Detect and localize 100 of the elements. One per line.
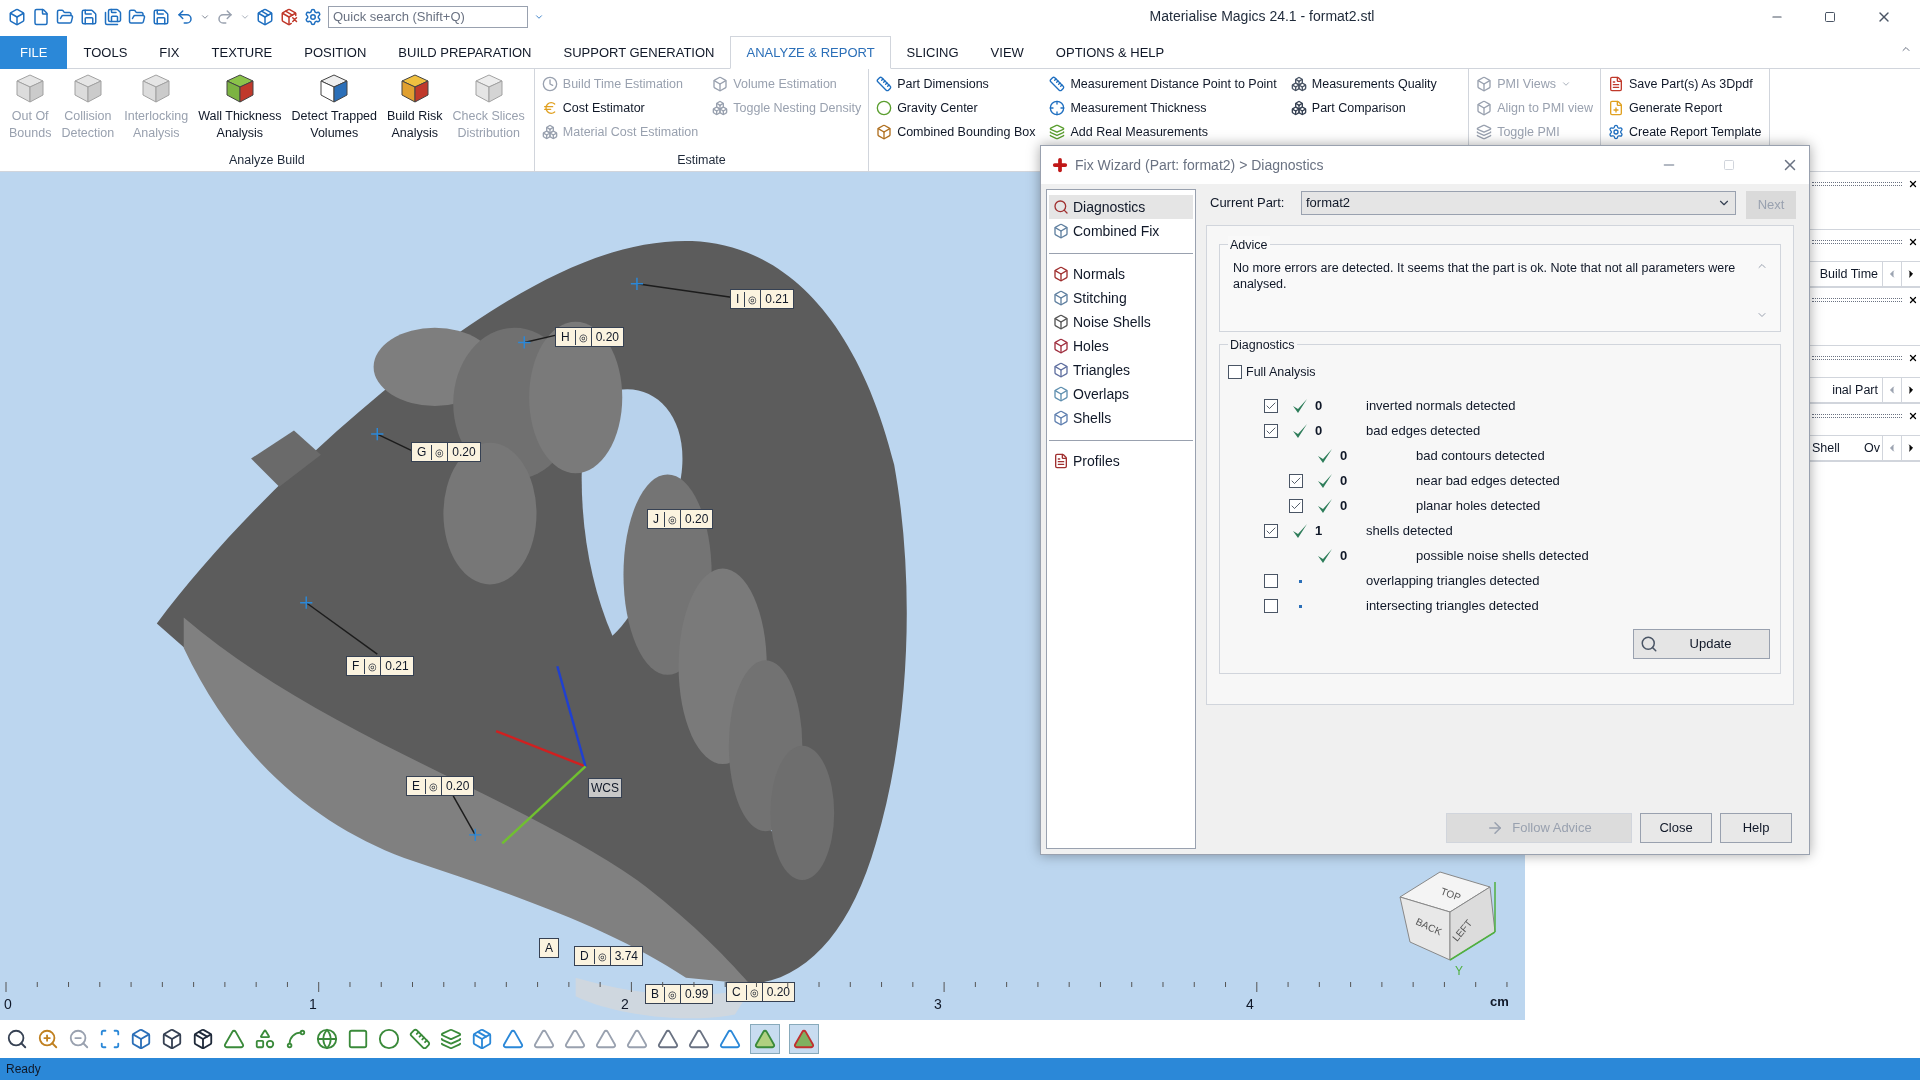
triangle-icon[interactable] <box>688 1028 710 1050</box>
ribbon-tab[interactable]: SUPPORT GENERATION <box>547 36 731 69</box>
ribbon-tab[interactable]: TOOLS <box>67 36 144 69</box>
ribbon-button[interactable]: Measurement Distance Point to Point <box>1046 72 1280 96</box>
nav-item[interactable]: Diagnostics <box>1049 195 1193 219</box>
ribbon-button[interactable]: Detect Trapped Volumes <box>286 69 382 147</box>
triangle-icon[interactable] <box>719 1028 741 1050</box>
ribbon-button[interactable]: Save Part(s) As 3Dpdf <box>1605 72 1765 96</box>
redo-icon[interactable] <box>216 7 234 26</box>
nav-item[interactable]: Noise Shells <box>1049 310 1193 334</box>
ribbon-button[interactable]: Part Dimensions <box>873 72 1039 96</box>
dimension-tag[interactable]: B ◎ 0.99 <box>645 984 714 1004</box>
part-dropdown[interactable]: format2 <box>1301 191 1736 215</box>
layers-icon[interactable] <box>440 1028 462 1050</box>
save-icon[interactable] <box>80 7 98 26</box>
checkbox[interactable] <box>1228 365 1242 380</box>
update-button[interactable]: Update <box>1633 628 1770 659</box>
folder-icon[interactable] <box>128 7 146 26</box>
ribbon-button[interactable]: Cost Estimator <box>538 96 702 120</box>
triangle-icon[interactable] <box>502 1028 524 1050</box>
triangle-icon[interactable] <box>595 1028 617 1050</box>
search-icon[interactable] <box>6 1028 28 1050</box>
grip-handle[interactable] <box>1812 414 1902 418</box>
ribbon-tab[interactable]: FIX <box>143 36 196 69</box>
dialog-button[interactable]: Close <box>1640 813 1712 843</box>
close-icon[interactable] <box>1908 179 1918 189</box>
triangle-icon[interactable] <box>223 1028 245 1050</box>
checkbox[interactable] <box>1264 524 1278 538</box>
dimension-tag[interactable]: F ◎ 0.21 <box>346 656 414 676</box>
zoom-out-icon[interactable] <box>68 1028 90 1050</box>
triangle-icon[interactable] <box>657 1028 679 1050</box>
dimension-tag[interactable]: A <box>539 938 559 958</box>
shapes-icon[interactable] <box>254 1028 276 1050</box>
ribbon-button[interactable]: Wall Thickness Analysis <box>193 69 287 147</box>
ribbon-button[interactable]: Measurement Thickness <box>1046 96 1280 120</box>
checkbox[interactable] <box>1264 599 1278 613</box>
spline-icon[interactable] <box>285 1028 307 1050</box>
ribbon-tab[interactable]: OPTIONS & HELP <box>1039 36 1181 69</box>
cube-icon[interactable] <box>256 7 274 26</box>
grip-handle[interactable] <box>1812 240 1902 244</box>
ribbon-tab[interactable]: BUILD PREPARATION <box>382 36 548 69</box>
checkbox[interactable] <box>1264 574 1278 588</box>
ribbon-button[interactable]: Build Risk Analysis <box>382 69 448 147</box>
triangle-icon[interactable] <box>626 1028 648 1050</box>
file-menu-button[interactable]: FILE <box>0 36 68 69</box>
file-icon[interactable] <box>32 7 50 26</box>
cube-icon[interactable] <box>130 1028 152 1050</box>
checkbox[interactable] <box>1289 499 1303 513</box>
dimension-tag[interactable]: C ◎ 0.20 <box>726 982 796 1002</box>
ribbon-button[interactable]: Generate Report <box>1605 96 1765 120</box>
cube-icon[interactable] <box>8 7 26 26</box>
cube-icon[interactable] <box>161 1028 183 1050</box>
globe-icon[interactable] <box>316 1028 338 1050</box>
save-icon[interactable] <box>152 7 170 26</box>
close-icon[interactable] <box>1908 295 1918 305</box>
dimension-tag[interactable]: I ◎ 0.21 <box>730 289 794 309</box>
restore-icon[interactable] <box>1824 10 1836 23</box>
ribbon-tab[interactable]: POSITION <box>288 36 383 69</box>
dialog-button[interactable]: Help <box>1720 813 1792 843</box>
dimension-tag[interactable]: H ◎ 0.20 <box>555 327 625 347</box>
nav-item[interactable]: Normals <box>1049 262 1193 286</box>
triangle-icon[interactable] <box>533 1028 555 1050</box>
nav-item[interactable]: Triangles <box>1049 358 1193 382</box>
nav-item[interactable]: Holes <box>1049 334 1193 358</box>
ribbon-tab[interactable]: SLICING <box>890 36 975 69</box>
ribbon-button[interactable]: Create Report Template <box>1605 120 1765 144</box>
undo-icon[interactable] <box>176 7 194 26</box>
search-field[interactable]: Quick search (Shift+Q) <box>328 5 528 28</box>
ribbon-tab[interactable]: TEXTURE <box>195 36 289 69</box>
grip-handle[interactable] <box>1812 298 1902 302</box>
nav-item[interactable]: Overlaps <box>1049 382 1193 406</box>
cube-delete-icon[interactable] <box>280 7 298 26</box>
ribbon-tab[interactable]: VIEW <box>974 36 1040 69</box>
zoom-in-icon[interactable] <box>37 1028 59 1050</box>
nav-item[interactable]: Stitching <box>1049 286 1193 310</box>
nav-item[interactable]: Shells <box>1049 406 1193 430</box>
close-icon[interactable] <box>1908 237 1918 247</box>
ribbon-tab[interactable]: ANALYZE & REPORT <box>730 36 891 69</box>
nav-item[interactable]: Profiles <box>1049 449 1193 473</box>
toggle-button[interactable] <box>750 1024 780 1054</box>
gear-icon[interactable] <box>304 7 322 26</box>
package-icon[interactable] <box>192 1028 214 1050</box>
dimension-tag[interactable]: D ◎ 3.74 <box>574 946 644 966</box>
toggle-button[interactable] <box>789 1024 819 1054</box>
grip-handle[interactable] <box>1812 356 1902 360</box>
nav-item[interactable]: Combined Fix <box>1049 219 1193 243</box>
dimension-tag[interactable]: G ◎ 0.20 <box>411 442 481 462</box>
ribbon-button[interactable]: Add Real Measurements <box>1046 120 1280 144</box>
save-all-icon[interactable] <box>104 7 122 26</box>
close-icon[interactable] <box>1908 353 1918 363</box>
square-icon[interactable] <box>347 1028 369 1050</box>
checkbox[interactable] <box>1264 424 1278 438</box>
grip-handle[interactable] <box>1812 182 1902 186</box>
ruler-icon[interactable] <box>409 1028 431 1050</box>
dimension-tag[interactable]: J ◎ 0.20 <box>647 509 714 529</box>
triangle-icon[interactable] <box>564 1028 586 1050</box>
checkbox[interactable] <box>1289 474 1303 488</box>
scan-icon[interactable] <box>99 1028 121 1050</box>
dimension-tag[interactable]: E ◎ 0.20 <box>406 776 475 796</box>
ribbon-button[interactable]: Part Comparison <box>1287 96 1440 120</box>
